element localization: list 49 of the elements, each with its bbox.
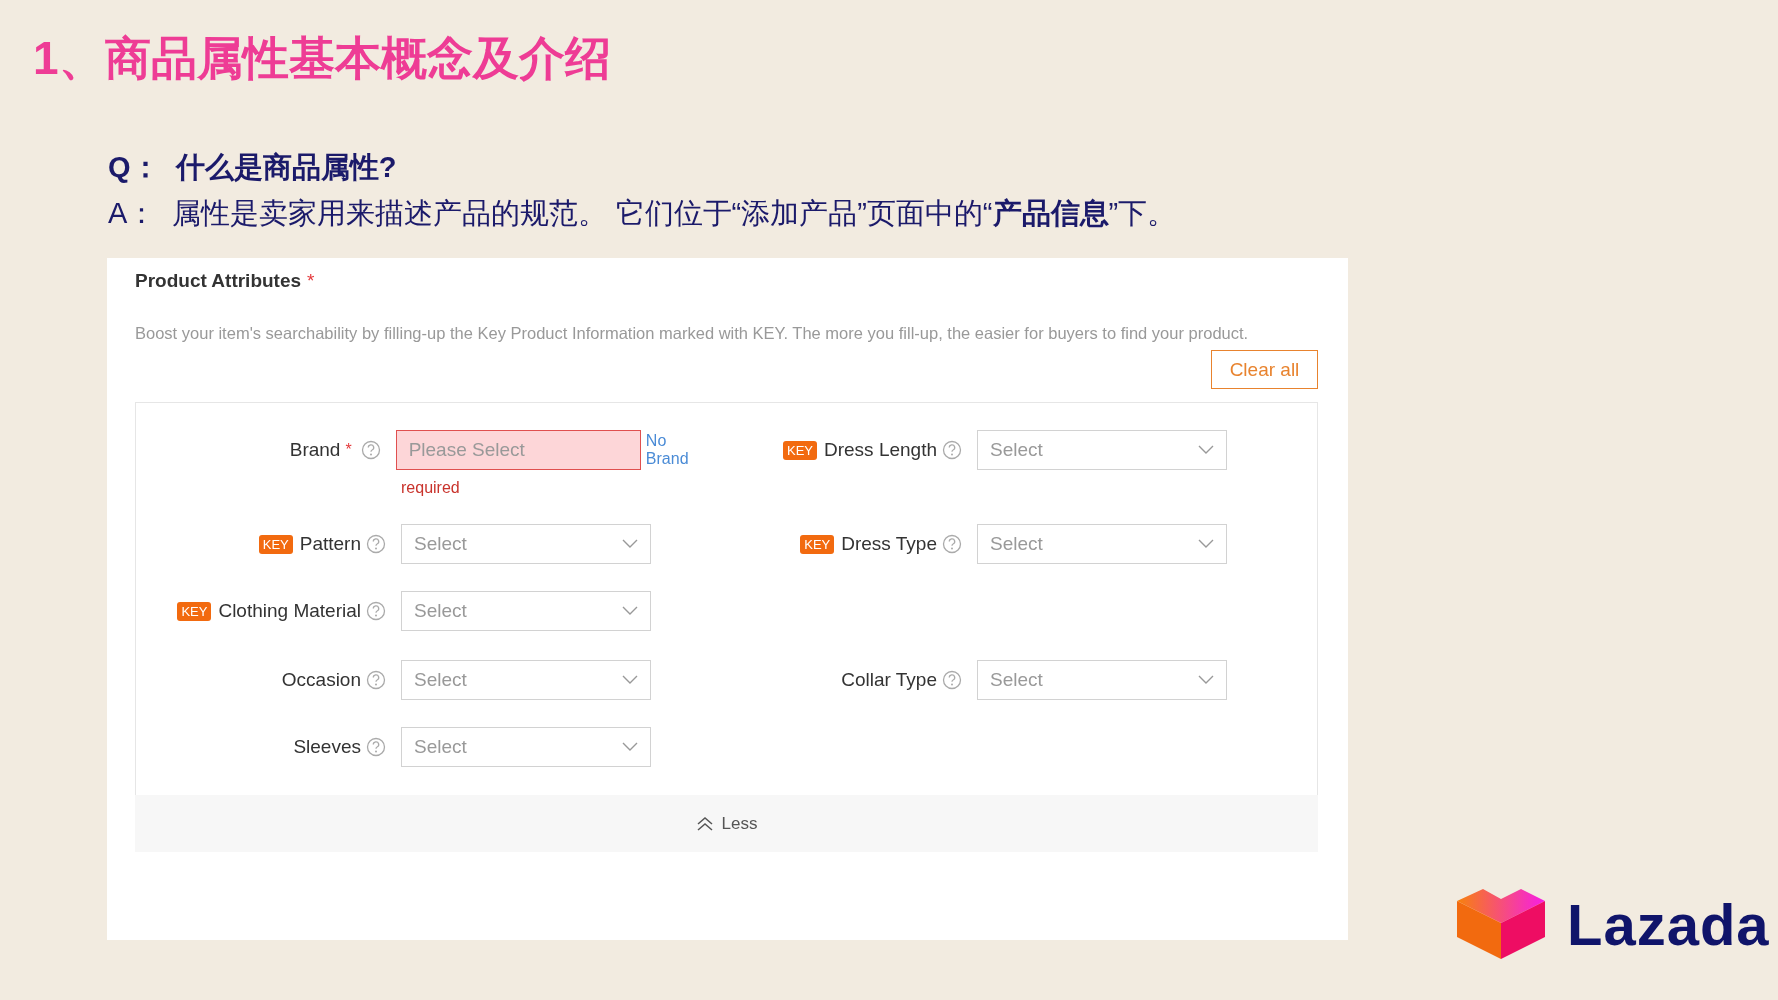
question-text: Q： 什么是商品属性? bbox=[108, 150, 398, 185]
key-badge: KEY bbox=[177, 601, 212, 621]
clear-all-button[interactable]: Clear all bbox=[1211, 350, 1318, 389]
help-icon[interactable] bbox=[942, 534, 962, 554]
chevron-down-icon bbox=[1198, 445, 1214, 455]
field-label: Occasion bbox=[281, 669, 361, 691]
select-dropdown[interactable]: Select bbox=[401, 591, 651, 631]
help-icon[interactable] bbox=[942, 670, 962, 690]
help-icon[interactable] bbox=[366, 534, 386, 554]
chevron-down-icon bbox=[1198, 539, 1214, 549]
slide-title: 1、商品属性基本概念及介绍 bbox=[32, 31, 612, 86]
field-label: Pattern bbox=[299, 533, 361, 555]
select-dropdown[interactable]: Select bbox=[977, 524, 1227, 564]
chevron-down-icon bbox=[622, 742, 638, 752]
section-description: Boost your item's searchability by filling-up the Key Product Information marked with KEY. The more you fill-up, the easier for buyers to find your product. bbox=[135, 323, 1250, 344]
brand-logo-text: Lazada bbox=[1567, 890, 1770, 958]
select-dropdown[interactable]: Select bbox=[401, 727, 651, 767]
answer-text: A： 属性是卖家用来描述产品的规范。 它们位于“添加产品”页面中的“产品信息”下。 bbox=[108, 196, 1178, 231]
less-button[interactable]: Less bbox=[695, 813, 758, 834]
help-icon[interactable] bbox=[942, 440, 962, 460]
key-badge: KEY bbox=[800, 534, 835, 554]
select-dropdown[interactable]: Select bbox=[977, 660, 1227, 700]
no-brand-link[interactable]: No Brand bbox=[645, 432, 712, 468]
help-icon[interactable] bbox=[366, 737, 386, 757]
select-dropdown[interactable]: Select bbox=[977, 430, 1227, 470]
field-label: Sleeves bbox=[293, 736, 361, 758]
error-message: required bbox=[401, 479, 461, 497]
select-dropdown[interactable]: Select bbox=[401, 660, 651, 700]
required-mark: * bbox=[345, 441, 352, 459]
heart-cube-logo-icon bbox=[1455, 887, 1547, 961]
key-badge: KEY bbox=[258, 534, 293, 554]
field-label: Collar Type bbox=[841, 669, 937, 691]
select-dropdown[interactable]: Select bbox=[401, 524, 651, 564]
required-mark: * bbox=[307, 270, 315, 291]
key-badge: KEY bbox=[782, 440, 817, 460]
input-field[interactable]: Please Select bbox=[395, 430, 641, 470]
chevron-down-icon bbox=[1198, 675, 1214, 685]
help-icon[interactable] bbox=[360, 440, 381, 460]
help-icon[interactable] bbox=[366, 601, 386, 621]
chevron-down-icon bbox=[622, 675, 638, 685]
field-label: Dress Length bbox=[824, 439, 937, 461]
chevron-down-icon bbox=[622, 606, 638, 616]
double-chevron-up-icon bbox=[695, 815, 714, 832]
field-label: Brand bbox=[289, 439, 341, 461]
chevron-down-icon bbox=[622, 539, 638, 549]
field-label: Clothing Material bbox=[218, 600, 361, 622]
field-label: Dress Type bbox=[841, 533, 937, 555]
section-heading: Product Attributes bbox=[135, 270, 302, 291]
help-icon[interactable] bbox=[366, 670, 386, 690]
